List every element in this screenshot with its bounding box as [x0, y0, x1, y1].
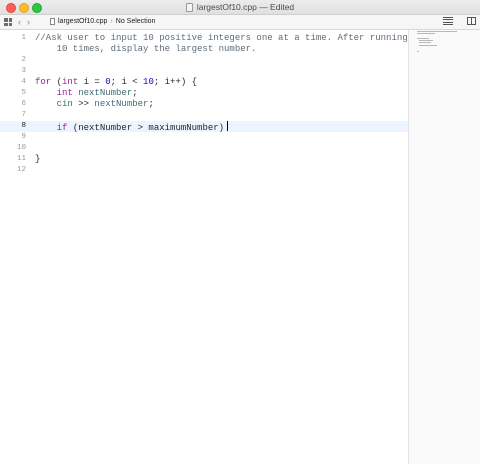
code-token: ; [132, 88, 138, 98]
breadcrumb-file[interactable]: largestOf10.cpp [58, 18, 107, 25]
jump-bar-right-controls [443, 17, 476, 25]
code-line[interactable]: 10 [0, 143, 408, 154]
line-number: 11 [16, 155, 26, 163]
line-number: 6 [21, 100, 26, 108]
code-token: //Ask user to input 10 positive integers… [35, 33, 408, 43]
minimap-line [419, 45, 437, 46]
code-token: ( [51, 77, 63, 87]
line-number: 4 [21, 78, 26, 86]
document-icon [185, 2, 193, 12]
minimap-line [417, 51, 419, 52]
code-line[interactable]: 10 times, display the largest number. [0, 44, 408, 55]
code-line[interactable]: 12 [0, 165, 408, 176]
code-editor[interactable]: 1 //Ask user to input 10 positive integer… [0, 30, 408, 464]
code-line[interactable]: 5 int nextNumber; [0, 88, 408, 99]
editor-options-icon[interactable] [443, 17, 453, 25]
code-token: int [62, 77, 79, 87]
related-items-grid-icon[interactable] [4, 18, 12, 26]
code-token: 10 [143, 77, 154, 87]
code-line[interactable]: 1 //Ask user to input 10 positive integer… [0, 33, 408, 44]
title-bar: largestOf10.cpp — Edited [0, 0, 480, 15]
line-number: 3 [21, 67, 26, 75]
minimap[interactable] [409, 30, 480, 464]
code-token: i = [78, 77, 106, 87]
breadcrumb-selection[interactable]: No Selection [116, 18, 156, 25]
code-line[interactable]: 7 [0, 110, 408, 121]
jump-bar: ‹ › largestOf10.cpp › No Selection [0, 15, 480, 30]
code-token: >> [72, 99, 95, 109]
breadcrumb: largestOf10.cpp › No Selection [50, 18, 155, 25]
code-token: 10 times, display the largest number. [35, 44, 257, 54]
code-token: ; [148, 99, 154, 109]
jump-bar-navigation: ‹ › [4, 17, 30, 27]
code-line[interactable]: 6 cin >> nextNumber; [0, 99, 408, 110]
window-title-area: largestOf10.cpp — Edited [0, 0, 480, 14]
code-line[interactable]: 9 [0, 132, 408, 143]
code-token: ; i < [110, 77, 144, 87]
code-line[interactable]: 3 [0, 66, 408, 77]
minimap-line [419, 40, 433, 41]
code-text: for (int i = 0; i < 10; i++) { [35, 77, 197, 88]
code-token: nextNumber [94, 99, 149, 109]
code-line[interactable]: 2 [0, 55, 408, 66]
code-token: for [35, 77, 52, 87]
line-number: 7 [21, 111, 26, 119]
code-token: } [35, 154, 41, 164]
window-title: largestOf10.cpp — Edited [196, 2, 295, 12]
code-token: cin [56, 99, 73, 109]
code-line[interactable]: 4 for (int i = 0; i < 10; i++) { [0, 77, 408, 88]
minimap-line [417, 31, 457, 32]
code-token: nextNumber [78, 88, 133, 98]
minimap-line [417, 33, 435, 34]
code-text: //Ask user to input 10 positive integers… [35, 33, 408, 44]
code-line-current[interactable]: 8 if (nextNumber > maximumNumber) [0, 121, 408, 133]
text-caret [227, 121, 229, 131]
forward-chevron-icon[interactable]: › [27, 17, 30, 27]
line-number: 2 [21, 56, 26, 64]
breadcrumb-separator-icon: › [110, 18, 113, 25]
code-text: int nextNumber; [35, 88, 138, 99]
code-token: int [56, 88, 73, 98]
line-number: 10 [16, 144, 26, 152]
code-text: } [35, 154, 40, 165]
line-number: 8 [21, 122, 26, 130]
back-chevron-icon[interactable]: ‹ [18, 17, 21, 27]
line-number: 1 [21, 34, 26, 42]
code-line[interactable]: 11} [0, 154, 408, 165]
code-text: cin >> nextNumber; [35, 99, 154, 110]
line-number: 5 [21, 89, 26, 97]
file-icon [50, 18, 55, 25]
code-token: ; i++) { [153, 77, 198, 87]
minimap-line [417, 38, 429, 39]
minimap-line [419, 42, 431, 43]
add-editor-split-icon[interactable] [467, 17, 476, 25]
line-number: 12 [16, 166, 26, 174]
code-text: 10 times, display the largest number. [35, 44, 257, 55]
line-number: 9 [21, 133, 26, 141]
